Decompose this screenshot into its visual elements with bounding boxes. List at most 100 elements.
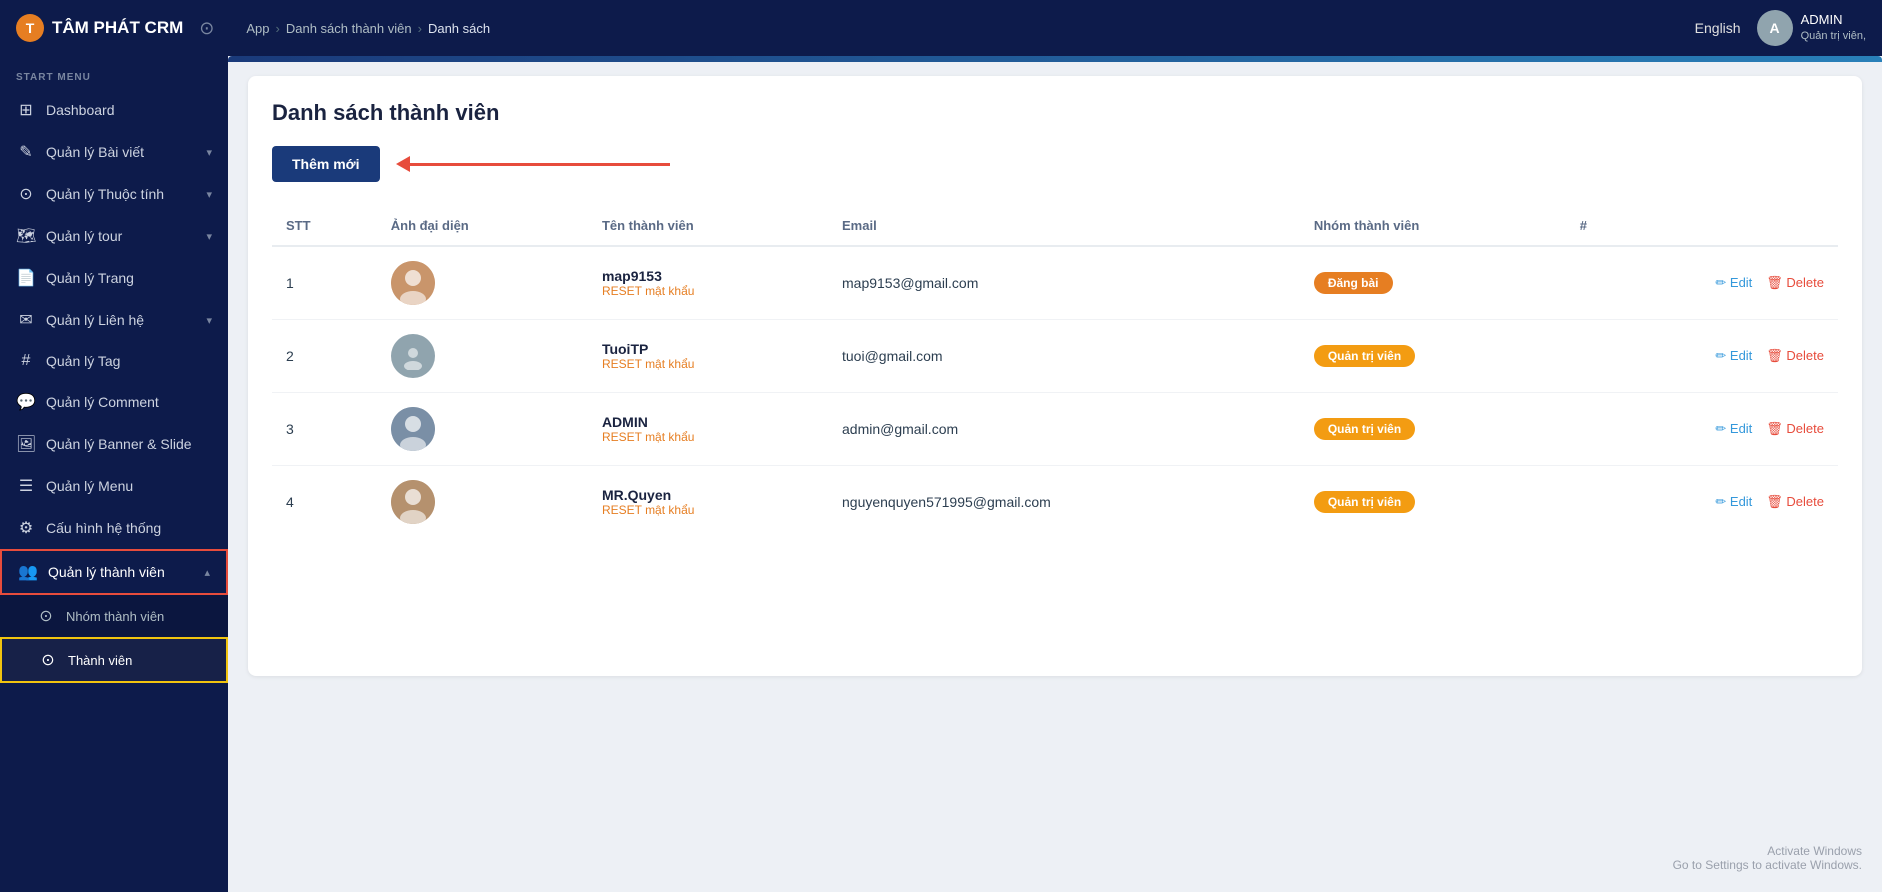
- cell-email: tuoi@gmail.com: [828, 320, 1300, 393]
- sidebar-item-banner-slide[interactable]: 🖼 Quản lý Banner & Slide: [0, 423, 228, 465]
- avatar: A: [1757, 10, 1793, 46]
- cell-action: ✏ Edit 🗑 Delete: [1566, 393, 1838, 466]
- cell-group: Quản trị viên: [1300, 320, 1566, 393]
- app-logo: T TÂM PHÁT CRM: [16, 14, 183, 42]
- cell-email: admin@gmail.com: [828, 393, 1300, 466]
- sidebar-label-trang: Quản lý Trang: [46, 270, 212, 286]
- top-navbar: T TÂM PHÁT CRM ⊙ App › Danh sách thành v…: [0, 0, 1882, 56]
- cell-action: ✏ Edit 🗑 Delete: [1566, 466, 1838, 539]
- menu-icon: ☰: [16, 476, 36, 496]
- member-name: ADMIN: [602, 414, 814, 430]
- thanh-vien-sub-icon: ⊙: [38, 650, 58, 670]
- sidebar-item-nhom-thanh-vien[interactable]: ⊙ Nhóm thành viên: [0, 595, 228, 637]
- cell-avatar: [377, 466, 588, 539]
- app-name: TÂM PHÁT CRM: [52, 18, 183, 38]
- language-selector[interactable]: English: [1695, 20, 1741, 36]
- dashboard-icon: ⊞: [16, 100, 36, 120]
- arrow-annotation: [396, 156, 670, 172]
- comment-icon: 💬: [16, 392, 36, 412]
- sidebar-item-dashboard[interactable]: ⊞ Dashboard: [0, 89, 228, 131]
- chevron-tour: ▾: [206, 230, 212, 243]
- reset-password-link[interactable]: RESET mật khẩu: [602, 357, 814, 371]
- breadcrumb-app[interactable]: App: [246, 21, 269, 36]
- sidebar-label-thanh-vien-sub: Thành viên: [68, 653, 210, 668]
- reset-password-link[interactable]: RESET mật khẩu: [602, 430, 814, 444]
- sidebar-item-bai-viet[interactable]: ✎ Quản lý Bài viết ▾: [0, 131, 228, 173]
- sidebar-item-menu[interactable]: ☰ Quản lý Menu: [0, 465, 228, 507]
- cell-group: Quản trị viên: [1300, 393, 1566, 466]
- sidebar-sub-thanh-vien: ⊙ Nhóm thành viên ⊙ Thành viên: [0, 595, 228, 683]
- avatar: [391, 334, 435, 378]
- sidebar-label-comment: Quản lý Comment: [46, 394, 212, 410]
- sidebar-item-lien-he[interactable]: ✉ Quản lý Liên hệ ▾: [0, 299, 228, 341]
- cell-stt: 2: [272, 320, 377, 393]
- sidebar-label-menu: Quản lý Menu: [46, 478, 212, 494]
- sidebar-item-tag[interactable]: # Quản lý Tag: [0, 341, 228, 381]
- tag-icon: #: [16, 352, 36, 370]
- breadcrumb-member-list[interactable]: Danh sách thành viên: [286, 21, 412, 36]
- back-icon[interactable]: ⊙: [199, 18, 214, 39]
- sidebar-label-tour: Quản lý tour: [46, 228, 196, 244]
- cell-action: ✏ Edit 🗑 Delete: [1566, 246, 1838, 320]
- thanh-vien-icon: 👥: [18, 562, 38, 582]
- sidebar-label-tag: Quản lý Tag: [46, 353, 212, 369]
- cell-email: nguyenquyen571995@gmail.com: [828, 466, 1300, 539]
- cell-name: ADMINRESET mật khẩu: [588, 393, 828, 466]
- group-badge: Quản trị viên: [1314, 491, 1415, 513]
- reset-password-link[interactable]: RESET mật khẩu: [602, 284, 814, 298]
- username-display: ADMIN Quản trị viên,: [1801, 12, 1866, 43]
- edit-button[interactable]: ✏ Edit: [1715, 421, 1752, 437]
- button-area: Thêm mới: [272, 146, 1838, 182]
- sidebar-item-tour[interactable]: 🗺 Quản lý tour ▾: [0, 215, 228, 257]
- sidebar-item-cau-hinh[interactable]: ⚙ Cấu hình hệ thống: [0, 507, 228, 549]
- breadcrumb-sep-2: ›: [418, 21, 422, 36]
- content-area: Danh sách thành viên Thêm mới STT Ảnh đạ…: [228, 56, 1882, 892]
- delete-button[interactable]: 🗑 Delete: [1766, 348, 1824, 364]
- sidebar-label-lien-he: Quản lý Liên hệ: [46, 312, 196, 328]
- cell-avatar: [377, 320, 588, 393]
- trang-icon: 📄: [16, 268, 36, 288]
- member-name: map9153: [602, 268, 814, 284]
- banner-slide-icon: 🖼: [16, 434, 36, 454]
- cell-avatar: [377, 246, 588, 320]
- cell-name: map9153RESET mật khẩu: [588, 246, 828, 320]
- page-title: Danh sách thành viên: [272, 100, 1838, 126]
- sidebar: START MENU ⊞ Dashboard ✎ Quản lý Bài viế…: [0, 56, 228, 892]
- edit-button[interactable]: ✏ Edit: [1715, 494, 1752, 510]
- sidebar-item-comment[interactable]: 💬 Quản lý Comment: [0, 381, 228, 423]
- cell-name: MR.QuyenRESET mật khẩu: [588, 466, 828, 539]
- logo-icon: T: [16, 14, 44, 42]
- breadcrumb-sep-1: ›: [276, 21, 280, 36]
- sidebar-section-label: START MENU: [0, 56, 228, 89]
- cell-stt: 1: [272, 246, 377, 320]
- lien-he-icon: ✉: [16, 310, 36, 330]
- sidebar-label-nhom: Nhóm thành viên: [66, 609, 212, 624]
- group-badge: Đăng bài: [1314, 272, 1393, 294]
- edit-button[interactable]: ✏ Edit: [1715, 275, 1752, 291]
- avatar: [391, 407, 435, 451]
- sidebar-item-thanh-vien[interactable]: 👥 Quản lý thành viên ▴: [0, 549, 228, 595]
- sidebar-item-thanh-vien-sub[interactable]: ⊙ Thành viên: [0, 637, 228, 683]
- add-member-button[interactable]: Thêm mới: [272, 146, 380, 182]
- delete-button[interactable]: 🗑 Delete: [1766, 275, 1824, 291]
- user-menu[interactable]: A ADMIN Quản trị viên,: [1757, 10, 1866, 46]
- delete-button[interactable]: 🗑 Delete: [1766, 421, 1824, 437]
- cell-name: TuoiTPRESET mật khẩu: [588, 320, 828, 393]
- cell-email: map9153@gmail.com: [828, 246, 1300, 320]
- chevron-thuoc-tinh: ▾: [206, 188, 212, 201]
- sidebar-label-dashboard: Dashboard: [46, 102, 212, 118]
- sidebar-item-trang[interactable]: 📄 Quản lý Trang: [0, 257, 228, 299]
- member-name: MR.Quyen: [602, 487, 814, 503]
- inner-panel: Danh sách thành viên Thêm mới STT Ảnh đạ…: [248, 76, 1862, 676]
- reset-password-link[interactable]: RESET mật khẩu: [602, 503, 814, 517]
- col-group: Nhóm thành viên: [1300, 206, 1566, 246]
- bai-viet-icon: ✎: [16, 142, 36, 162]
- col-stt: STT: [272, 206, 377, 246]
- cell-avatar: [377, 393, 588, 466]
- sidebar-item-thuoc-tinh[interactable]: ⊙ Quản lý Thuộc tính ▾: [0, 173, 228, 215]
- delete-button[interactable]: 🗑 Delete: [1766, 494, 1824, 510]
- chevron-bai-viet: ▾: [206, 146, 212, 159]
- col-email: Email: [828, 206, 1300, 246]
- cell-stt: 3: [272, 393, 377, 466]
- edit-button[interactable]: ✏ Edit: [1715, 348, 1752, 364]
